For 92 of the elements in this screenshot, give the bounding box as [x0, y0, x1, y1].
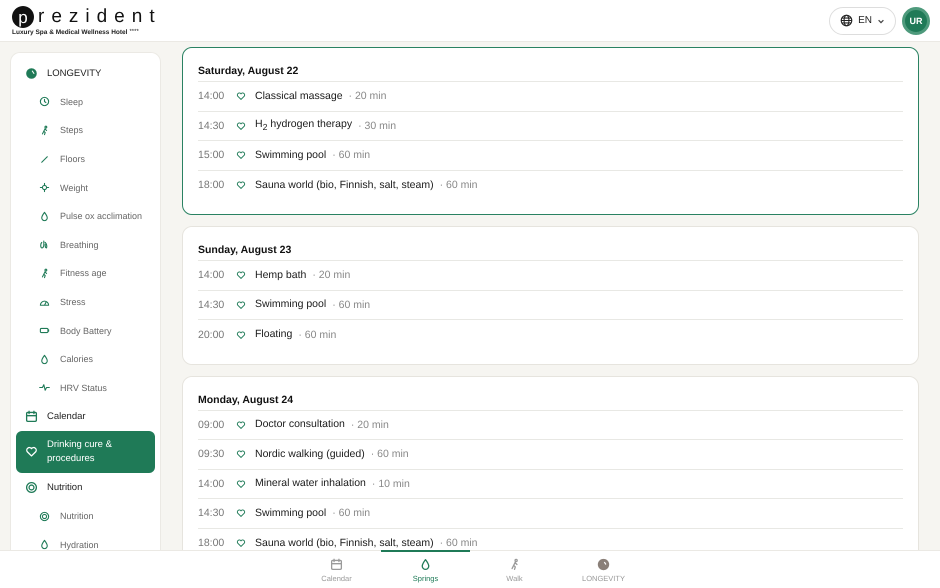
- sidebar-item[interactable]: Steps: [16, 116, 155, 145]
- entry-time: 18:00: [198, 537, 226, 550]
- sidebar-item[interactable]: Body Battery: [16, 316, 155, 345]
- heart-icon: [236, 449, 246, 460]
- entry-time: 14:30: [198, 120, 226, 132]
- procedure-duration: · 60 min: [332, 149, 370, 162]
- target-icon: [25, 481, 38, 494]
- target-icon: [39, 510, 50, 522]
- procedure-name: H$_{2}$ hydrogen therapy: [255, 118, 352, 134]
- heart-icon: [236, 300, 246, 310]
- runner-icon: [39, 124, 50, 136]
- heart-icon: [236, 538, 246, 548]
- procedure-name: Nordic walking (guided): [255, 448, 365, 461]
- heart-icon: [236, 270, 246, 280]
- procedure-name: Mineral water inhalation: [255, 477, 366, 490]
- sidebar-item[interactable]: Fitness age: [16, 259, 155, 288]
- day-card[interactable]: Sunday, August 23 14:00 Hemp bath · 20 min 14:30 Swimming pool · 60 min 20:00 Floating · 60 min: [182, 226, 919, 364]
- day-card[interactable]: [182, 376, 919, 550]
- procedure-duration: · 60 min: [298, 328, 336, 341]
- entry-time: 14:30: [198, 298, 226, 311]
- entry-time: 20:00: [198, 328, 226, 341]
- drop-icon: [39, 539, 50, 550]
- brand-name: rezident: [38, 6, 162, 26]
- heart-icon: [236, 150, 246, 160]
- entry-time: 14:30: [198, 507, 226, 520]
- logo-mark: p: [12, 6, 34, 28]
- day-card[interactable]: Saturday, August 22 14:00 Classical massage · 20 min 14:30 H$_{2}$ hydrogen therapy · 30 min 15:00 Swimming pool · 60 min 18:00 Sauna world (bio, Finnish, salt, steam) · 60 min: [182, 47, 919, 215]
- sidebar-item[interactable]: Nutrition: [16, 473, 155, 502]
- procedure-duration: · 60 min: [332, 507, 370, 520]
- crosshair-icon: [39, 182, 50, 194]
- entry-time: 09:30: [198, 448, 226, 460]
- sidebar-item[interactable]: HRV Status: [16, 374, 155, 402]
- procedure-name: Swimming pool: [255, 298, 326, 312]
- procedure-duration: · 20 min: [312, 269, 350, 282]
- procedure-name: Sauna world (bio, Finnish, salt, steam): [255, 178, 434, 192]
- runner-icon: [39, 268, 50, 279]
- heart-icon: [236, 330, 246, 340]
- drop-icon: [419, 558, 432, 570]
- language-selector[interactable]: EN: [829, 6, 896, 34]
- line-icon: [39, 154, 50, 165]
- heart-icon: [236, 91, 246, 102]
- heart-icon: [236, 180, 246, 190]
- procedure-name: Swimming pool: [255, 506, 326, 520]
- procedure-name: Doctor consultation: [255, 418, 345, 432]
- lungs-icon: [39, 239, 50, 250]
- procedure-duration: · 60 min: [332, 298, 370, 311]
- sidebar-item[interactable]: Breathing: [16, 230, 155, 260]
- sidebar-item[interactable]: Calendar: [16, 402, 155, 431]
- pulse-icon: [39, 382, 50, 394]
- procedure-duration: · 10 min: [372, 478, 410, 490]
- procedure-name: Swimming pool: [255, 148, 326, 162]
- procedure-name: Hemp bath: [255, 268, 306, 282]
- sidebar-item[interactable]: Sleep: [16, 88, 155, 116]
- day-title: Sunday, August 23: [198, 244, 903, 261]
- sidebar-item[interactable]: Pulse ox acclimation: [16, 202, 155, 231]
- entry-time: 14:00: [198, 269, 226, 282]
- heart-icon: [236, 508, 246, 518]
- procedure-duration: · 60 min: [370, 448, 409, 460]
- sidebar-item[interactable]: Nutrition: [16, 502, 155, 530]
- procedure-duration: · 60 min: [440, 537, 478, 550]
- sidebar-item[interactable]: Drinking cure & procedures: [16, 430, 155, 474]
- sidebar-item[interactable]: Calories: [16, 344, 155, 374]
- heart-icon: [25, 445, 38, 458]
- drop-icon: [39, 354, 50, 365]
- procedure-name: Floating: [255, 328, 292, 342]
- heart-icon: [236, 478, 246, 489]
- heart-icon: [236, 120, 246, 131]
- user-avatar[interactable]: UR: [902, 6, 930, 34]
- procedure-name: Classical massage: [255, 90, 343, 103]
- entry-time: 14:00: [198, 478, 226, 490]
- day-title: Monday, August 24: [198, 394, 903, 410]
- sidebar-item[interactable]: Stress: [16, 288, 155, 316]
- sidebar-item[interactable]: Weight: [16, 173, 155, 202]
- sidebar-item[interactable]: Floors: [16, 144, 155, 174]
- entry-time: 14:00: [198, 90, 226, 102]
- entry-time: 15:00: [198, 149, 226, 162]
- globe-icon: [840, 14, 854, 27]
- procedure-duration: · 60 min: [440, 179, 478, 192]
- clock-icon: [39, 96, 50, 108]
- heart-icon: [236, 420, 246, 430]
- procedure-duration: · 20 min: [348, 90, 386, 102]
- calendar-icon: [330, 558, 343, 570]
- procedure-duration: · 30 min: [358, 120, 396, 132]
- procedure-duration: · 20 min: [350, 418, 389, 431]
- entry-time: 18:00: [198, 179, 226, 192]
- calendar-icon: [25, 410, 38, 423]
- sidebar-item[interactable]: Hydration: [16, 530, 155, 550]
- entry-time: 09:00: [198, 418, 226, 431]
- sidebar-item[interactable]: LONGEVITY: [16, 59, 155, 88]
- drop-icon: [39, 210, 50, 222]
- procedure-name: Sauna world (bio, Finnish, salt, steam): [255, 536, 434, 550]
- day-title: Saturday, August 22: [198, 65, 903, 82]
